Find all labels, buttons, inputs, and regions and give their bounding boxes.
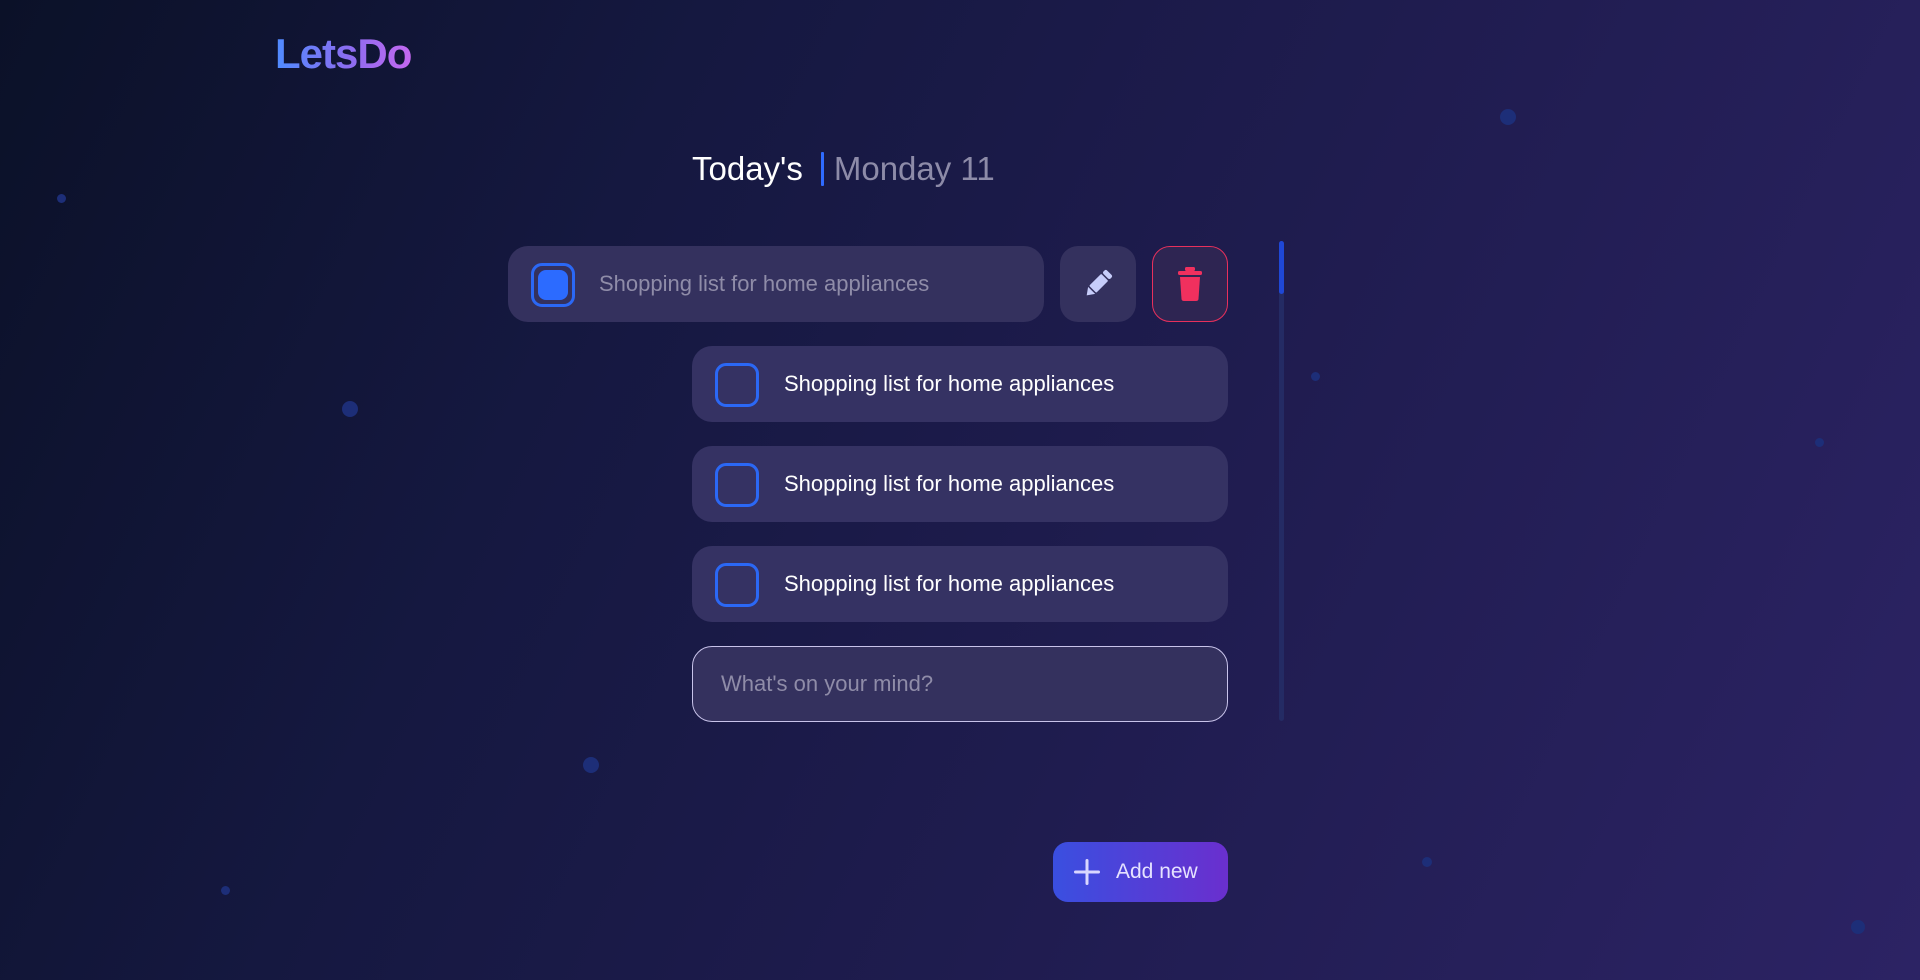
task-checkbox[interactable] — [715, 563, 759, 607]
background-dot — [221, 886, 230, 895]
trash-icon — [1178, 267, 1202, 301]
background-dot — [1815, 438, 1824, 447]
task-checkbox[interactable] — [715, 463, 759, 507]
background-dot — [1422, 857, 1432, 867]
app-logo: LetsDo — [275, 30, 412, 77]
title-divider — [820, 152, 824, 186]
background-dot — [583, 757, 599, 773]
scrollbar-thumb[interactable] — [1279, 241, 1284, 294]
background-dot — [342, 401, 358, 417]
background-dot — [1311, 372, 1320, 381]
task-label: Shopping list for home appliances — [784, 571, 1115, 596]
scrollbar[interactable] — [1279, 241, 1284, 721]
task-checkbox[interactable] — [531, 263, 575, 307]
task-label: Shopping list for home appliances — [599, 271, 930, 296]
add-new-button[interactable]: Add new — [1053, 842, 1228, 902]
task-checkbox[interactable] — [715, 363, 759, 407]
add-new-label: Add new — [1116, 860, 1198, 883]
task-item[interactable]: Shopping list for home appliances — [692, 546, 1228, 622]
delete-button[interactable] — [1152, 246, 1228, 322]
new-task-input[interactable] — [692, 646, 1228, 722]
task-label: Shopping list for home appliances — [784, 471, 1115, 496]
background-dot — [1500, 109, 1516, 125]
task-item-editing[interactable]: Shopping list for home appliances — [508, 246, 1044, 322]
background-dot — [57, 194, 66, 203]
date-label: Monday 11 — [833, 150, 995, 187]
plus-icon — [1074, 859, 1100, 885]
title-label: Today's — [692, 150, 803, 187]
background-dot — [1851, 920, 1865, 934]
task-item[interactable]: Shopping list for home appliances — [692, 446, 1228, 522]
pencil-icon — [1086, 269, 1113, 296]
task-item[interactable]: Shopping list for home appliances — [692, 346, 1228, 422]
task-label: Shopping list for home appliances — [784, 371, 1115, 396]
edit-button[interactable] — [1060, 246, 1136, 322]
page-title: Today's Monday 11 — [692, 147, 995, 191]
